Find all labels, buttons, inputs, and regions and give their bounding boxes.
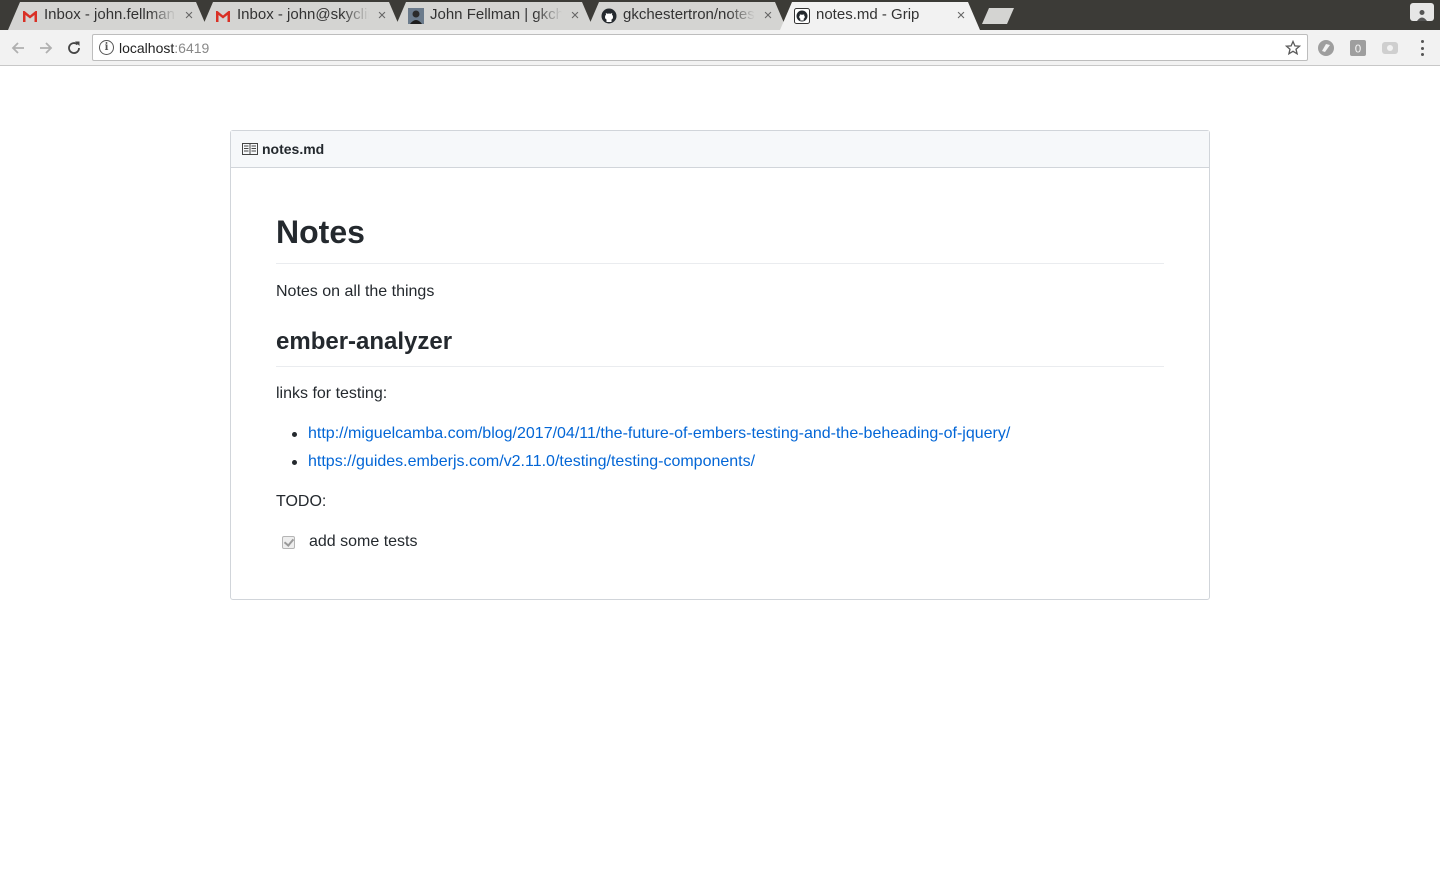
extension-icon[interactable] (1317, 39, 1335, 57)
readme-header: notes.md (231, 131, 1209, 168)
url-port: :6419 (174, 40, 210, 56)
tab-title: Inbox - john.fellman@... (44, 6, 176, 23)
dot (1420, 53, 1424, 56)
link-miguelcamba[interactable]: http://miguelcamba.com/blog/2017/04/11/t… (308, 425, 1010, 442)
bullet (292, 432, 297, 437)
bookmark-star-icon[interactable] (1285, 40, 1301, 56)
list-item: https://guides.emberjs.com/v2.11.0/testi… (276, 450, 1164, 478)
forward-button[interactable] (35, 37, 57, 59)
heading-ember-analyzer: ember-analyzer (276, 327, 1164, 367)
back-button[interactable] (7, 37, 29, 59)
browser-toolbar: i localhost:6419 0 (0, 30, 1440, 66)
tab-title: notes.md - Grip (816, 6, 920, 23)
avatar-icon (408, 8, 424, 24)
extension-icon[interactable]: 0 (1349, 39, 1367, 57)
task-checkbox[interactable] (282, 535, 295, 549)
tab-title: gkchestertron/notes... (623, 6, 755, 23)
svg-text:0: 0 (1355, 43, 1362, 56)
readme-filename: notes.md (262, 141, 325, 157)
menu-button[interactable] (1416, 38, 1428, 58)
arrow-right-icon (40, 42, 53, 54)
url-text[interactable]: localhost:6419 (119, 40, 209, 56)
task-label: add some tests (309, 533, 418, 550)
close-icon[interactable]: × (954, 7, 968, 24)
close-icon[interactable]: × (761, 7, 775, 24)
new-tab-button[interactable] (982, 8, 1014, 24)
github-icon (794, 8, 810, 24)
todo-label: TODO: (276, 493, 327, 510)
github-icon (601, 8, 617, 24)
reload-icon (68, 41, 80, 54)
links-list: http://miguelcamba.com/blog/2017/04/11/t… (276, 422, 1164, 478)
info-icon[interactable]: i (99, 40, 114, 55)
close-icon[interactable]: × (182, 7, 196, 24)
tab-title: Inbox - john@skyclimb... (237, 6, 369, 23)
reload-button[interactable] (63, 37, 85, 59)
address-bar[interactable]: i localhost:6419 (92, 34, 1308, 61)
link-emberjs-guides[interactable]: https://guides.emberjs.com/v2.11.0/testi… (308, 453, 755, 470)
person-icon (1417, 10, 1427, 21)
extension-icon[interactable] (1381, 39, 1399, 57)
dot (1420, 46, 1424, 50)
close-icon[interactable]: × (568, 7, 582, 24)
gmail-icon (216, 11, 230, 22)
dot (1420, 40, 1424, 43)
heading-notes: Notes (276, 214, 1164, 264)
list-item: http://miguelcamba.com/blog/2017/04/11/t… (276, 422, 1164, 450)
url-host: localhost (119, 40, 175, 56)
tab-strip: Inbox - john.fellman@... × Inbox - john@… (0, 0, 1440, 30)
task-item: add some tests (276, 530, 418, 554)
profile-button[interactable] (1410, 3, 1434, 21)
intro-paragraph: Notes on all the things (276, 283, 435, 300)
links-label: links for testing: (276, 385, 388, 402)
arrow-left-icon (11, 42, 24, 54)
gmail-icon (23, 11, 37, 22)
readme-container: notes.md Notes Notes on all the things e… (230, 130, 1210, 600)
close-icon[interactable]: × (375, 7, 389, 24)
tab-title: John Fellman | gkchester... (430, 6, 562, 23)
book-icon (242, 143, 258, 155)
bullet (292, 460, 297, 465)
